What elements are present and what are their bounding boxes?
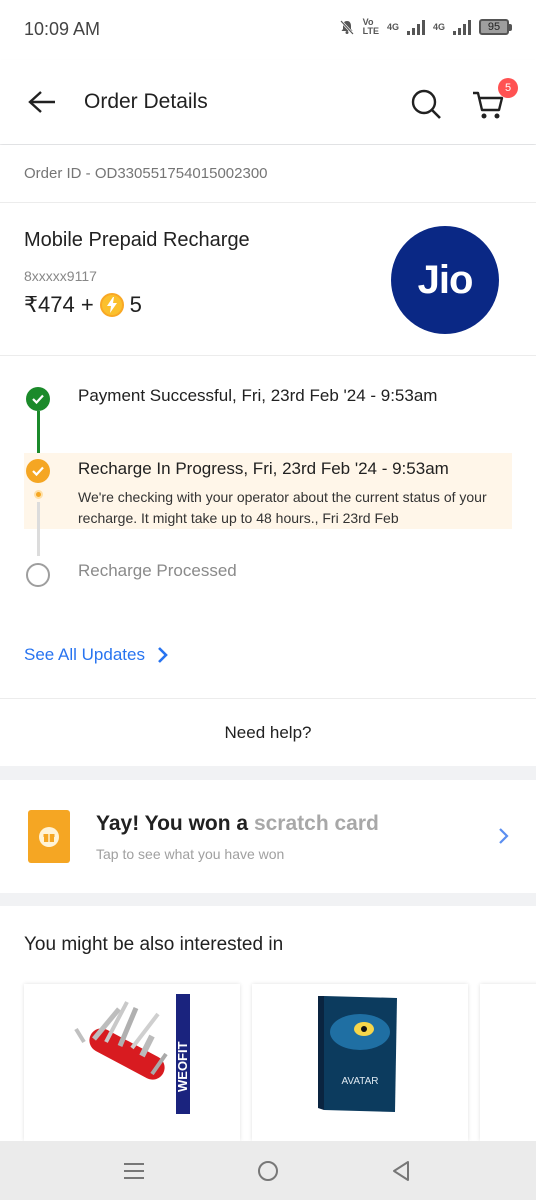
cart-button[interactable]: 5 bbox=[466, 78, 518, 126]
multitool-product-image: WEOFIT bbox=[74, 994, 190, 1114]
price-row: ₹474 + 5 bbox=[24, 292, 142, 318]
network-4g-label-1: 4G bbox=[386, 21, 399, 32]
need-help-label: Need help? bbox=[224, 723, 312, 742]
bell-off-icon bbox=[339, 20, 354, 35]
battery-level: 95 bbox=[479, 19, 509, 35]
network-4g-label-2: 4G bbox=[432, 21, 445, 32]
progress-dot bbox=[34, 490, 43, 499]
weofit-brand-text: WEOFIT bbox=[175, 1041, 190, 1092]
order-details-card: Order ID - OD330551754015002300 Mobile P… bbox=[0, 145, 536, 766]
scratch-card-subtitle: Tap to see what you have won bbox=[96, 846, 285, 862]
signal-icon-2 bbox=[453, 19, 471, 35]
signal-icon-1 bbox=[406, 19, 425, 35]
recommendations-title: You might be also interested in bbox=[24, 934, 284, 955]
step-in-progress-description: We're checking with your operator about … bbox=[78, 489, 487, 526]
timeline-line-done bbox=[37, 411, 40, 453]
battery-icon: 95 bbox=[479, 19, 512, 35]
avatar-title-text: AVATAR bbox=[341, 1076, 378, 1087]
app-header: Order Details 5 bbox=[0, 60, 536, 144]
divider bbox=[0, 202, 536, 203]
triangle-back-icon bbox=[393, 1161, 409, 1181]
step-in-progress-title: Recharge In Progress, Fri, 23rd Feb '24 … bbox=[78, 459, 449, 478]
chevron-right-icon bbox=[158, 647, 168, 663]
page-title: Order Details bbox=[84, 90, 208, 113]
scratch-card-title: Yay! You won a scratch card bbox=[96, 812, 379, 836]
jio-logo: Jio bbox=[391, 226, 499, 334]
volte-label: Vo LTE bbox=[362, 17, 379, 36]
scratch-title-strong: Yay! You won a bbox=[96, 812, 249, 835]
see-all-updates-label: See All Updates bbox=[24, 645, 145, 664]
avatar-dvd-product-image: AVATAR bbox=[318, 996, 397, 1112]
step-processed-title: Recharge Processed bbox=[78, 561, 237, 580]
status-bar: 10:09 AM Vo LTE 4G 4G 95 bbox=[0, 0, 536, 60]
price-amount: ₹474 + bbox=[24, 292, 94, 317]
see-all-updates-link[interactable]: See All Updates bbox=[24, 645, 169, 665]
order-id: Order ID - OD330551754015002300 bbox=[24, 165, 268, 182]
scratch-title-fade: scratch card bbox=[253, 812, 379, 835]
recommendations-section: You might be also interested in WEOFIT A… bbox=[0, 906, 536, 1141]
search-icon bbox=[411, 89, 441, 119]
arrow-left-icon bbox=[28, 91, 55, 113]
divider bbox=[0, 355, 536, 356]
system-navigation-bar bbox=[0, 1141, 536, 1200]
timeline-line-pending bbox=[37, 502, 40, 556]
check-done-icon bbox=[26, 387, 50, 411]
status-icons: Vo LTE 4G 4G 95 bbox=[339, 18, 512, 36]
home-circle-icon bbox=[258, 1161, 278, 1181]
scratch-card-gift-icon bbox=[28, 810, 70, 863]
back-nav-button[interactable] bbox=[385, 1155, 417, 1187]
step-payment-title: Payment Successful, Fri, 23rd Feb '24 - … bbox=[78, 386, 438, 405]
need-help-button[interactable]: Need help? bbox=[0, 698, 536, 766]
status-time: 10:09 AM bbox=[24, 19, 101, 39]
check-progress-icon bbox=[26, 459, 50, 483]
jio-logo-text: Jio bbox=[417, 257, 474, 302]
mobile-number: 8xxxxx9117 bbox=[24, 268, 97, 284]
product-title: Mobile Prepaid Recharge bbox=[24, 229, 250, 251]
search-button[interactable] bbox=[404, 82, 448, 126]
product-card-avatar-dvd[interactable]: AVATAR bbox=[252, 984, 468, 1141]
home-button[interactable] bbox=[252, 1155, 284, 1187]
pending-circle-icon bbox=[26, 563, 50, 587]
supercoin-icon bbox=[99, 293, 124, 317]
supercoin-amount: 5 bbox=[129, 292, 142, 317]
back-button[interactable] bbox=[22, 84, 62, 120]
chevron-right-icon bbox=[499, 828, 509, 844]
cart-count-badge: 5 bbox=[498, 78, 518, 98]
scratch-card-banner[interactable]: Yay! You won a scratch card Tap to see w… bbox=[0, 780, 536, 893]
product-card-multitool[interactable]: WEOFIT bbox=[24, 984, 240, 1141]
recent-apps-button[interactable] bbox=[118, 1155, 150, 1187]
menu-icon bbox=[124, 1163, 144, 1179]
product-card-partial[interactable] bbox=[480, 984, 536, 1141]
